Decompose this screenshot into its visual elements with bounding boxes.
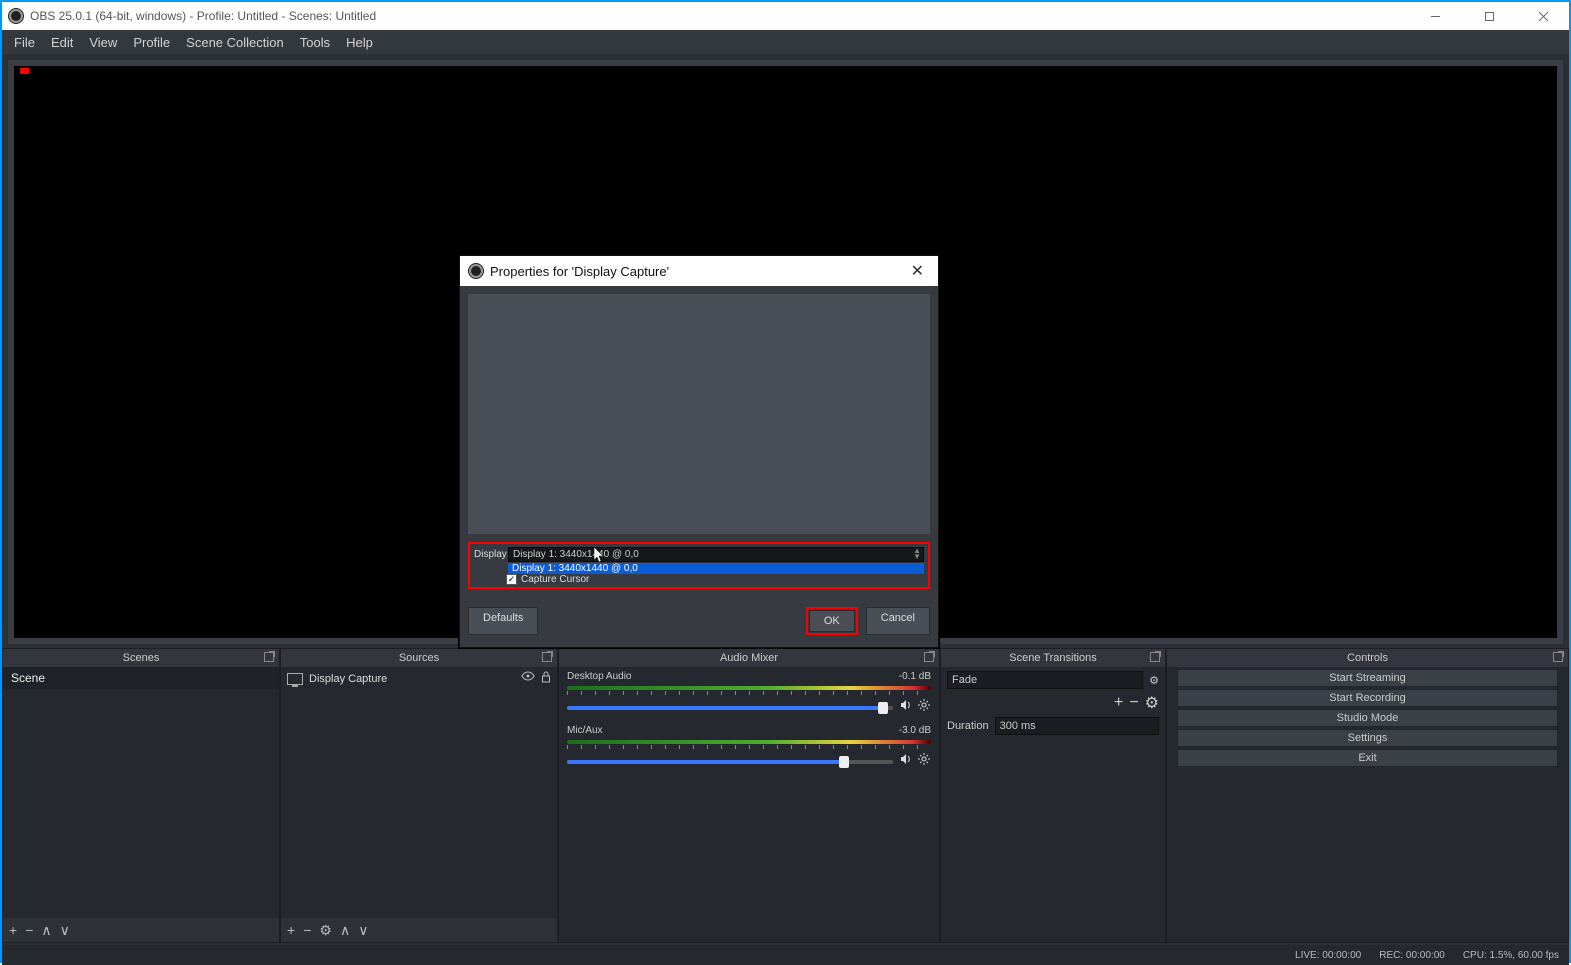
source-settings-button[interactable]: ⚙: [319, 922, 332, 939]
popout-icon[interactable]: [923, 651, 935, 663]
maximize-button[interactable]: [1469, 6, 1509, 26]
control-button[interactable]: Exit: [1177, 749, 1558, 767]
speaker-icon[interactable]: [899, 752, 913, 771]
volume-slider[interactable]: [567, 706, 893, 710]
capture-cursor-checkbox[interactable]: ✓ Capture Cursor: [506, 574, 926, 585]
control-button[interactable]: Start Recording: [1177, 689, 1558, 707]
transitions-panel: Scene Transitions Fade ⚙ + − ⚙ Duration: [940, 648, 1166, 943]
status-cpu: CPU: 1.5%, 60.00 fps: [1463, 950, 1559, 961]
transition-config-icon[interactable]: ⚙: [1145, 693, 1159, 713]
control-button[interactable]: Studio Mode: [1177, 709, 1558, 727]
ok-highlight: OK: [806, 607, 858, 635]
minimize-button[interactable]: [1415, 6, 1455, 26]
scene-item[interactable]: Scene: [3, 667, 279, 689]
properties-dialog: Properties for 'Display Capture' ✕ Displ…: [459, 255, 939, 648]
add-transition-button[interactable]: +: [1114, 694, 1123, 712]
sources-panel: Sources Display Capture: [280, 648, 558, 943]
menu-profile[interactable]: Profile: [125, 35, 178, 50]
mixer-title: Audio Mixer: [720, 652, 778, 664]
meter-ticks: [567, 744, 931, 750]
transitions-title: Scene Transitions: [1009, 652, 1096, 664]
lock-icon[interactable]: [541, 671, 551, 686]
status-rec: REC: 00:00:00: [1379, 950, 1445, 961]
ok-button[interactable]: OK: [809, 610, 855, 632]
remove-scene-button[interactable]: −: [25, 922, 33, 938]
mixer-track: Mic/Aux -3.0 dB: [559, 721, 939, 775]
status-bar: LIVE: 00:00:00 REC: 00:00:00 CPU: 1.5%, …: [2, 945, 1569, 965]
track-name: Desktop Audio: [567, 671, 632, 682]
popout-icon[interactable]: [1552, 651, 1564, 663]
status-live: LIVE: 00:00:00: [1295, 950, 1361, 961]
menu-file[interactable]: File: [6, 35, 43, 50]
scenes-panel: Scenes Scene + − ∧ ∨: [2, 648, 280, 943]
menu-help[interactable]: Help: [338, 35, 381, 50]
remove-transition-button[interactable]: −: [1129, 694, 1138, 712]
display-select[interactable]: Display 1: 3440x1440 @ 0,0 ▲▼: [508, 547, 924, 562]
track-db: -3.0 dB: [899, 725, 931, 736]
cancel-button[interactable]: Cancel: [866, 607, 930, 635]
speaker-icon[interactable]: [899, 698, 913, 717]
menu-scene-collection[interactable]: Scene Collection: [178, 35, 292, 50]
capture-cursor-label: Capture Cursor: [521, 574, 589, 585]
close-button[interactable]: [1523, 6, 1563, 26]
gear-icon[interactable]: [917, 752, 931, 771]
display-option-selected[interactable]: Display 1: 3440x1440 @ 0,0: [508, 563, 924, 574]
control-button[interactable]: Start Streaming: [1177, 669, 1558, 687]
popout-icon[interactable]: [263, 651, 275, 663]
menu-edit[interactable]: Edit: [43, 35, 81, 50]
controls-title: Controls: [1347, 652, 1388, 664]
volume-slider[interactable]: [567, 760, 893, 764]
window-titlebar: OBS 25.0.1 (64-bit, windows) - Profile: …: [2, 2, 1569, 30]
menu-tools[interactable]: Tools: [292, 35, 338, 50]
scene-down-button[interactable]: ∨: [60, 922, 70, 939]
track-name: Mic/Aux: [567, 725, 603, 736]
add-source-button[interactable]: +: [287, 922, 295, 938]
controls-panel: Controls Start Streaming Start Recording S…: [1166, 648, 1569, 943]
source-item[interactable]: Display Capture: [281, 667, 557, 690]
mixer-track: Desktop Audio -0.1 dB: [559, 667, 939, 721]
duration-label: Duration: [947, 720, 989, 732]
obs-logo-icon: [8, 8, 24, 24]
source-up-button[interactable]: ∧: [340, 922, 350, 939]
source-label: Display Capture: [309, 673, 387, 685]
obs-logo-icon: [468, 263, 484, 279]
meter-ticks: [567, 690, 931, 696]
track-db: -0.1 dB: [899, 671, 931, 682]
transition-select[interactable]: Fade: [947, 671, 1143, 689]
sources-title: Sources: [399, 652, 439, 664]
source-down-button[interactable]: ∨: [358, 922, 368, 939]
display-label: Display: [474, 549, 508, 560]
selection-handle[interactable]: [20, 68, 29, 74]
add-scene-button[interactable]: +: [9, 922, 17, 938]
remove-source-button[interactable]: −: [303, 922, 311, 938]
gear-icon[interactable]: [917, 698, 931, 717]
dialog-preview: [468, 294, 930, 534]
dialog-title: Properties for 'Display Capture': [490, 264, 669, 279]
control-button[interactable]: Settings: [1177, 729, 1558, 747]
popout-icon[interactable]: [1149, 651, 1161, 663]
monitor-icon: [287, 673, 303, 685]
scene-up-button[interactable]: ∧: [41, 922, 51, 939]
popout-icon[interactable]: [541, 651, 553, 663]
dialog-close-button[interactable]: ✕: [905, 261, 930, 281]
defaults-button[interactable]: Defaults: [468, 607, 538, 635]
window-title: OBS 25.0.1 (64-bit, windows) - Profile: …: [30, 9, 376, 23]
transition-settings-icon[interactable]: ⚙: [1149, 674, 1159, 687]
checkbox-icon: ✓: [506, 574, 517, 585]
audio-mixer-panel: Audio Mixer Desktop Audio -0.1 dB Mic/Aux…: [558, 648, 940, 943]
menu-view[interactable]: View: [81, 35, 125, 50]
dialog-form-highlight: Display Display 1: 3440x1440 @ 0,0 ▲▼ Di…: [468, 542, 930, 589]
scenes-title: Scenes: [123, 652, 160, 664]
spinner-icon[interactable]: ▲▼: [913, 548, 921, 560]
duration-input[interactable]: [995, 717, 1159, 735]
menubar: File Edit View Profile Scene Collection …: [2, 30, 1569, 54]
visibility-icon[interactable]: [521, 671, 535, 686]
